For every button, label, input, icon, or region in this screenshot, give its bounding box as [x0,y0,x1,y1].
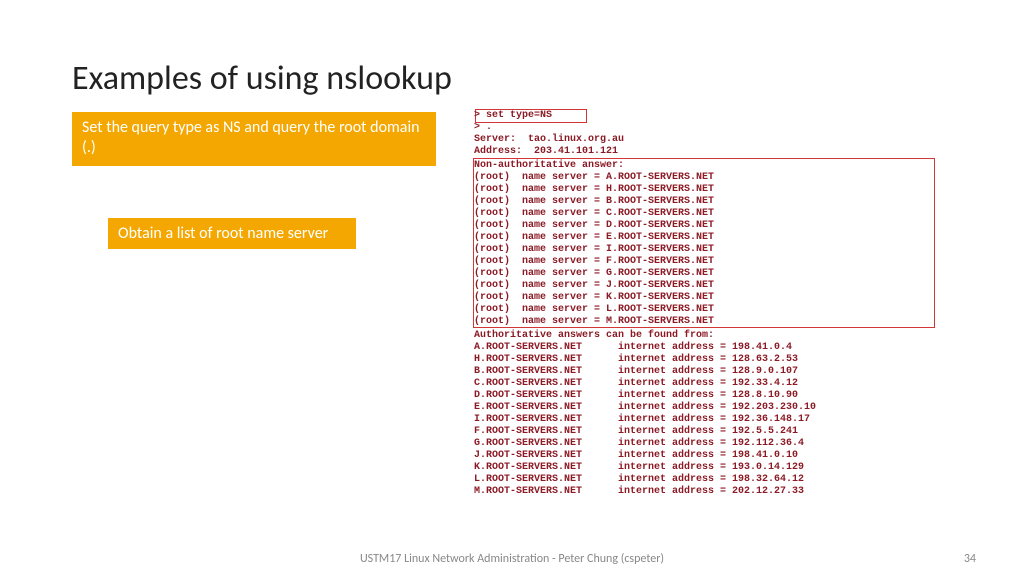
term-cmd-set: > set type=NS [474,110,942,122]
callout-obtain-list: Obtain a list of root name server [108,218,356,249]
slide-title: Examples of using nslookup [72,58,452,99]
term-addr-line: G.ROOT-SERVERS.NET internet address = 19… [474,438,942,450]
term-server: Server: tao.linux.org.au [474,134,942,146]
callout-set-query-type: Set the query type as NS and query the r… [72,112,436,166]
term-addr-line: A.ROOT-SERVERS.NET internet address = 19… [474,342,942,354]
term-root-line: (root) name server = E.ROOT-SERVERS.NET [474,232,942,244]
term-root-line: (root) name server = J.ROOT-SERVERS.NET [474,280,942,292]
term-addr-line: B.ROOT-SERVERS.NET internet address = 12… [474,366,942,378]
term-addr-line: L.ROOT-SERVERS.NET internet address = 19… [474,474,942,486]
page-number: 34 [964,552,976,566]
term-root-line: (root) name server = L.ROOT-SERVERS.NET [474,304,942,316]
term-root-line: (root) name server = I.ROOT-SERVERS.NET [474,244,942,256]
term-root-line: (root) name server = M.ROOT-SERVERS.NET [474,316,942,328]
term-root-line: (root) name server = A.ROOT-SERVERS.NET [474,172,942,184]
term-root-line: (root) name server = D.ROOT-SERVERS.NET [474,220,942,232]
slide-footer: USTM17 Linux Network Administration - Pe… [0,552,1024,566]
term-root-line: (root) name server = F.ROOT-SERVERS.NET [474,256,942,268]
term-addr-line: K.ROOT-SERVERS.NET internet address = 19… [474,462,942,474]
term-address: Address: 203.41.101.121 [474,146,942,158]
term-addr-line: C.ROOT-SERVERS.NET internet address = 19… [474,378,942,390]
term-addr-line: F.ROOT-SERVERS.NET internet address = 19… [474,426,942,438]
term-root-line: (root) name server = G.ROOT-SERVERS.NET [474,268,942,280]
term-root-line: (root) name server = C.ROOT-SERVERS.NET [474,208,942,220]
term-nonauth-header: Non-authoritative answer: [474,160,942,172]
term-addr-line: D.ROOT-SERVERS.NET internet address = 12… [474,390,942,402]
term-root-line: (root) name server = B.ROOT-SERVERS.NET [474,196,942,208]
term-addr-line: J.ROOT-SERVERS.NET internet address = 19… [474,450,942,462]
term-addr-line: M.ROOT-SERVERS.NET internet address = 20… [474,486,942,498]
term-root-line: (root) name server = H.ROOT-SERVERS.NET [474,184,942,196]
term-addr-line: I.ROOT-SERVERS.NET internet address = 19… [474,414,942,426]
term-cmd-query: > . [474,122,942,134]
term-addr-line: H.ROOT-SERVERS.NET internet address = 12… [474,354,942,366]
term-auth-header: Authoritative answers can be found from: [474,330,942,342]
nslookup-terminal-output: > set type=NS > . Server: tao.linux.org.… [474,110,942,498]
term-addr-line: E.ROOT-SERVERS.NET internet address = 19… [474,402,942,414]
term-root-line: (root) name server = K.ROOT-SERVERS.NET [474,292,942,304]
